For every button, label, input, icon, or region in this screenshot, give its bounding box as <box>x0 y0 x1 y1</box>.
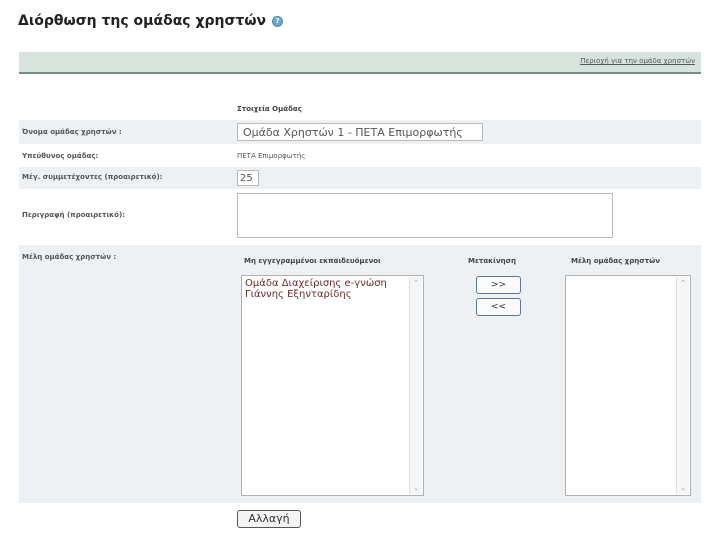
description-textarea[interactable] <box>237 193 613 238</box>
max-participants-input[interactable] <box>237 170 259 186</box>
group-members-header: Μέλη ομάδας χρηστών <box>571 257 660 265</box>
name-label: Όνομα ομάδας χρηστών : <box>22 128 122 136</box>
members-label: Μέλη ομάδας χρηστών : <box>22 253 117 261</box>
list-item[interactable]: Γιάννης Εξηνταρίδης <box>242 289 423 300</box>
move-right-button[interactable]: >> <box>476 276 521 294</box>
save-button[interactable]: Αλλαγή <box>237 510 301 528</box>
scroll-down-icon[interactable]: ⌄ <box>412 484 420 492</box>
move-header: Μετακίνηση <box>468 257 517 265</box>
move-left-button[interactable]: << <box>476 298 521 316</box>
owner-value: ΠΕΤΑ Επιμορφωτής <box>237 152 306 160</box>
scrollbar[interactable]: ⌃ ⌄ <box>409 277 422 494</box>
scroll-down-icon[interactable]: ⌄ <box>679 484 687 492</box>
scroll-up-icon[interactable]: ⌃ <box>679 279 687 287</box>
group-area-link[interactable]: Περιοχή για την ομάδα χρηστών <box>580 57 695 65</box>
unregistered-listbox[interactable]: Ομάδα Διαχείρισης e-γνώση Γιάννης Εξηντα… <box>241 275 424 496</box>
group-members-listbox[interactable]: ⌃ ⌄ <box>565 275 691 496</box>
owner-label: Υπεύθυνος ομάδας: <box>22 152 99 160</box>
max-label: Μέγ. συμμετέχοντες (προαιρετικό): <box>22 173 163 181</box>
unregistered-header: Μη εγγεγραμμένοι εκπαιδευόμενοι <box>244 257 381 265</box>
owner-row <box>19 146 701 166</box>
page-title-text: Διόρθωση της ομάδας χρηστών <box>18 13 267 29</box>
section-heading-row <box>19 100 701 118</box>
scrollbar[interactable]: ⌃ ⌄ <box>676 277 689 494</box>
toolbar: Περιοχή για την ομάδα χρηστών <box>19 52 701 74</box>
list-item[interactable]: Ομάδα Διαχείρισης e-γνώση <box>242 278 423 289</box>
description-label: Περιγραφή (προαιρετικό): <box>22 211 125 219</box>
group-name-input[interactable] <box>237 123 483 141</box>
page-title: Διόρθωση της ομάδας χρηστών ? <box>18 13 284 29</box>
scroll-up-icon[interactable]: ⌃ <box>412 279 420 287</box>
section-heading: Στοιχεία Ομάδας <box>237 105 302 113</box>
help-icon[interactable]: ? <box>272 15 284 27</box>
